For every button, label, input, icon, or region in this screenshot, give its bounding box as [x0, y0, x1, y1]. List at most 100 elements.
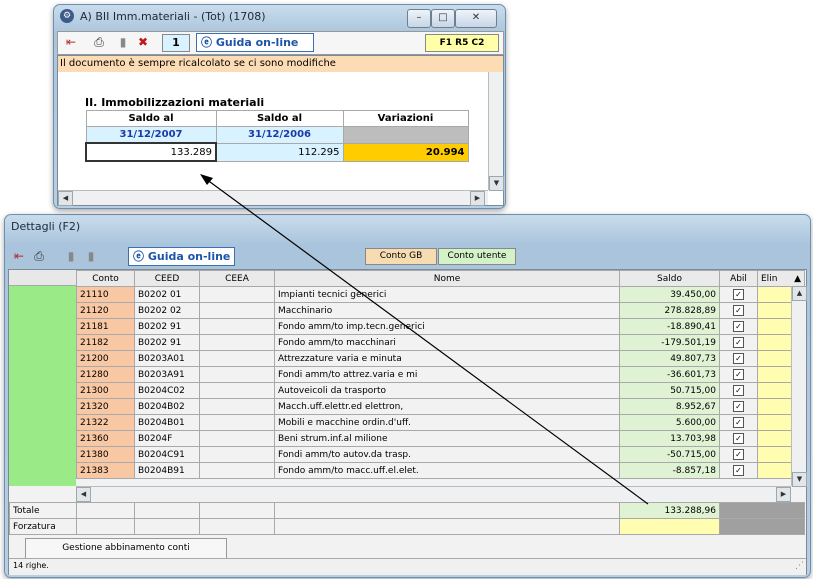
- print-icon[interactable]: ⎙: [90, 33, 108, 51]
- cell-ceea[interactable]: [199, 462, 275, 479]
- cell-ceea[interactable]: [199, 334, 275, 351]
- cell-abil[interactable]: ✓: [719, 318, 758, 335]
- cell-conto[interactable]: 21360: [76, 430, 135, 447]
- copy-icon[interactable]: ▮: [114, 33, 132, 51]
- cell-nome[interactable]: Fondo amm/to imp.tecn.generici: [274, 318, 620, 335]
- table-row[interactable]: 21182 B0202 91 Fondo amm/to macchinari -…: [76, 334, 805, 351]
- col-header-saldo[interactable]: Saldo: [619, 270, 720, 287]
- cell-saldo[interactable]: -18.890,41: [619, 318, 720, 335]
- top-horizontal-scrollbar[interactable]: ◀ ▶: [58, 190, 488, 206]
- scroll-left-icon[interactable]: ◀: [58, 191, 73, 206]
- cell-nome[interactable]: Attrezzature varia e minuta: [274, 350, 620, 367]
- cell-abil[interactable]: ✓: [719, 302, 758, 319]
- col-header-ceea[interactable]: CEEA: [199, 270, 275, 287]
- cell-saldo[interactable]: 49.807,73: [619, 350, 720, 367]
- cell-ceed[interactable]: B0204C02: [134, 382, 200, 399]
- cell-ceed[interactable]: B0204B02: [134, 398, 200, 415]
- abil-checkbox[interactable]: ✓: [733, 337, 744, 348]
- cell-saldo[interactable]: 13.703,98: [619, 430, 720, 447]
- table-row[interactable]: 21320 B0204B02 Macch.uff.elettr.ed elett…: [76, 398, 805, 415]
- cell-nome[interactable]: Macch.uff.elettr.ed elettron,: [274, 398, 620, 415]
- cell-conto[interactable]: 21280: [76, 366, 135, 383]
- cell-saldo[interactable]: 5.600,00: [619, 414, 720, 431]
- table-row[interactable]: 21383 B0204B91 Fondo amm/to macc.uff.el.…: [76, 462, 805, 479]
- imm-materiali-titlebar[interactable]: ⚙ A) BII Imm.materiali - (Tot) (1708) – …: [54, 5, 505, 29]
- delete-document-icon[interactable]: ✖: [134, 33, 152, 51]
- forzatura-empty[interactable]: [199, 518, 275, 535]
- cell-ceea[interactable]: [199, 446, 275, 463]
- abil-checkbox[interactable]: ✓: [733, 433, 744, 444]
- abil-checkbox[interactable]: ✓: [733, 289, 744, 300]
- abil-checkbox[interactable]: ✓: [733, 305, 744, 316]
- close-button[interactable]: ✕: [455, 9, 497, 28]
- resize-grip-icon[interactable]: ⋰: [795, 561, 804, 571]
- abil-checkbox[interactable]: ✓: [733, 465, 744, 476]
- forzatura-empty[interactable]: [274, 518, 620, 535]
- conto-utente-button[interactable]: Conto utente: [438, 248, 516, 265]
- scroll-right-icon[interactable]: ▶: [776, 487, 791, 502]
- guida-online-button[interactable]: ⓔ Guida on-line: [128, 247, 236, 266]
- table-row[interactable]: 21300 B0204C02 Autoveicoli da trasporto …: [76, 382, 805, 399]
- table-row[interactable]: 21200 B0203A01 Attrezzature varia e minu…: [76, 350, 805, 367]
- scroll-right-icon[interactable]: ▶: [470, 191, 485, 206]
- cell-ceea[interactable]: [199, 350, 275, 367]
- cell-conto[interactable]: 21182: [76, 334, 135, 351]
- grid-vertical-scrollbar[interactable]: ▲ ▼: [791, 286, 807, 487]
- copy-icon[interactable]: ▮: [62, 247, 80, 265]
- top-vertical-scrollbar[interactable]: ▼: [488, 72, 504, 191]
- cell-ceed[interactable]: B0203A01: [134, 350, 200, 367]
- cell-nome[interactable]: Mobili e macchine ordin.d'uff.: [274, 414, 620, 431]
- cell-nome[interactable]: Beni strum.inf.al milione: [274, 430, 620, 447]
- cell-ceea[interactable]: [199, 318, 275, 335]
- saldo-2006-value[interactable]: 112.295: [215, 142, 344, 162]
- forzatura-empty[interactable]: [76, 518, 135, 535]
- table-row[interactable]: 21280 B0203A91 Fondi amm/to attrez.varia…: [76, 366, 805, 383]
- grid-horizontal-scrollbar[interactable]: ◀ ▶: [76, 486, 791, 502]
- cell-nome[interactable]: Fondo amm/to macchinari: [274, 334, 620, 351]
- cell-saldo[interactable]: 50.715,00: [619, 382, 720, 399]
- cell-ceea[interactable]: [199, 366, 275, 383]
- cell-nome[interactable]: Fondi amm/to attrez.varia e mi: [274, 366, 620, 383]
- cell-ceed[interactable]: B0202 01: [134, 286, 200, 303]
- cell-nome[interactable]: Fondo amm/to macc.uff.el.elet.: [274, 462, 620, 479]
- col-header-ceed[interactable]: CEED: [134, 270, 200, 287]
- conto-gb-button[interactable]: Conto GB: [365, 248, 437, 265]
- abil-checkbox[interactable]: ✓: [733, 385, 744, 396]
- cell-nome[interactable]: Fondi amm/to autov.da trasp.: [274, 446, 620, 463]
- cell-saldo[interactable]: -50.715,00: [619, 446, 720, 463]
- cell-conto[interactable]: 21200: [76, 350, 135, 367]
- cell-ceed[interactable]: B0202 02: [134, 302, 200, 319]
- cell-conto[interactable]: 21322: [76, 414, 135, 431]
- cell-abil[interactable]: ✓: [719, 382, 758, 399]
- scroll-left-icon[interactable]: ◀: [76, 487, 91, 502]
- table-row[interactable]: 21380 B0204C91 Fondi amm/to autov.da tra…: [76, 446, 805, 463]
- cell-ceea[interactable]: [199, 414, 275, 431]
- cell-ceea[interactable]: [199, 430, 275, 447]
- maximize-button[interactable]: □: [431, 9, 455, 28]
- cell-nome[interactable]: Macchinario: [274, 302, 620, 319]
- cell-nome[interactable]: Impianti tecnici generici: [274, 286, 620, 303]
- cell-saldo[interactable]: -8.857,18: [619, 462, 720, 479]
- cell-conto[interactable]: 21383: [76, 462, 135, 479]
- col-header-conto[interactable]: Conto: [76, 270, 135, 287]
- cell-conto[interactable]: 21110: [76, 286, 135, 303]
- abil-checkbox[interactable]: ✓: [733, 449, 744, 460]
- abil-checkbox[interactable]: ✓: [733, 353, 744, 364]
- cell-abil[interactable]: ✓: [719, 286, 758, 303]
- cell-abil[interactable]: ✓: [719, 462, 758, 479]
- cell-ceed[interactable]: B0202 91: [134, 318, 200, 335]
- cell-ceed[interactable]: B0203A91: [134, 366, 200, 383]
- cell-ceea[interactable]: [199, 286, 275, 303]
- cell-abil[interactable]: ✓: [719, 366, 758, 383]
- cell-abil[interactable]: ✓: [719, 350, 758, 367]
- abil-checkbox[interactable]: ✓: [733, 401, 744, 412]
- cell-ceed[interactable]: B0204B01: [134, 414, 200, 431]
- cell-conto[interactable]: 21320: [76, 398, 135, 415]
- col-header-elin[interactable]: Elin ▲: [757, 270, 805, 287]
- cell-saldo[interactable]: -36.601,73: [619, 366, 720, 383]
- cell-ceed[interactable]: B0204B91: [134, 462, 200, 479]
- cell-conto[interactable]: 21380: [76, 446, 135, 463]
- cell-ceed[interactable]: B0204C91: [134, 446, 200, 463]
- cell-ceea[interactable]: [199, 302, 275, 319]
- print-icon[interactable]: ⎙: [30, 247, 48, 265]
